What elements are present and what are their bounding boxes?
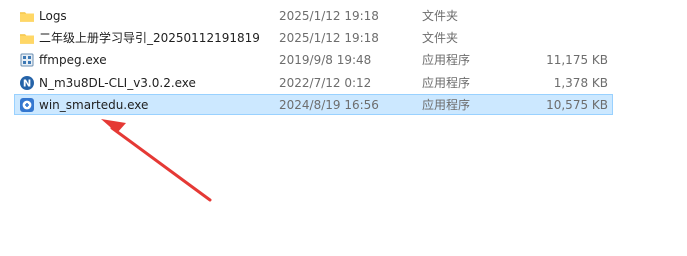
file-name: win_smartedu.exe bbox=[39, 97, 149, 112]
ffmpeg-app-icon bbox=[19, 52, 35, 68]
file-name: N_m3u8DL-CLI_v3.0.2.exe bbox=[39, 75, 196, 90]
file-modified-date: 2019/9/8 19:48 bbox=[279, 53, 372, 68]
file-row-ffmpeg[interactable]: ffmpeg.exe 2019/9/8 19:48 应用程序 11,175 KB bbox=[14, 49, 613, 70]
file-modified-date: 2024/8/19 16:56 bbox=[279, 97, 379, 112]
file-name: ffmpeg.exe bbox=[39, 53, 107, 68]
explorer-file-list-window: Logs 2025/1/12 19:18 文件夹 二年级上册学习导引_20250… bbox=[0, 0, 687, 256]
file-size: 1,378 KB bbox=[553, 75, 608, 90]
file-type: 文件夹 bbox=[422, 31, 459, 46]
smartedu-app-icon bbox=[19, 97, 35, 113]
file-row-study-guide-folder[interactable]: 二年级上册学习导引_20250112191819 2025/1/12 19:18… bbox=[14, 27, 613, 48]
folder-icon bbox=[19, 8, 35, 24]
file-row-win-smartedu[interactable]: win_smartedu.exe 2024/8/19 16:56 应用程序 10… bbox=[14, 93, 613, 115]
file-type: 应用程序 bbox=[422, 97, 471, 112]
svg-text:N: N bbox=[23, 78, 31, 89]
file-row-n-m3u8dl[interactable]: N N_m3u8DL-CLI_v3.0.2.exe 2022/7/12 0:12… bbox=[14, 72, 613, 93]
n-m3u8dl-app-icon: N bbox=[19, 75, 35, 91]
file-size: 10,575 KB bbox=[546, 97, 608, 112]
file-size: 11,175 KB bbox=[546, 53, 608, 68]
folder-icon bbox=[19, 30, 35, 46]
file-type: 应用程序 bbox=[422, 75, 471, 90]
file-name: 二年级上册学习导引_20250112191819 bbox=[39, 31, 260, 46]
file-modified-date: 2022/7/12 0:12 bbox=[279, 75, 372, 90]
file-modified-date: 2025/1/12 19:18 bbox=[279, 9, 379, 23]
file-list: Logs 2025/1/12 19:18 文件夹 二年级上册学习导引_20250… bbox=[14, 5, 613, 116]
file-type: 应用程序 bbox=[422, 53, 471, 68]
file-row-logs[interactable]: Logs 2025/1/12 19:18 文件夹 bbox=[14, 5, 613, 26]
file-type: 文件夹 bbox=[422, 9, 459, 23]
file-modified-date: 2025/1/12 19:18 bbox=[279, 31, 379, 46]
file-name: Logs bbox=[39, 9, 67, 23]
